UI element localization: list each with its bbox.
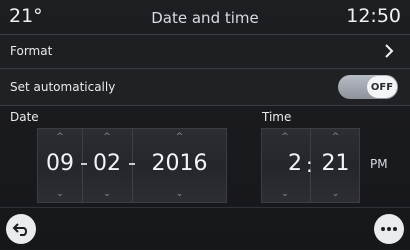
toggle-knob: OFF: [367, 76, 397, 98]
more-button[interactable]: [374, 214, 404, 244]
format-row[interactable]: Format: [0, 35, 410, 69]
set-automatically-label: Set automatically: [10, 80, 116, 94]
date-label: Date: [10, 110, 39, 124]
day-down-icon[interactable]: ⌄: [83, 189, 131, 199]
month-spinner: ^ 09 ⌄: [38, 129, 82, 202]
minute-up-icon[interactable]: ^: [312, 132, 359, 142]
month-down-icon[interactable]: ⌄: [38, 189, 82, 199]
hour-value[interactable]: 2: [262, 151, 308, 176]
format-label: Format: [10, 44, 53, 58]
back-arrow-icon: [12, 223, 28, 236]
clock: 12:50: [346, 5, 401, 27]
date-picker: ^ 09 ⌄ ^ 02 ⌄ ^ 2016 ⌄: [37, 128, 227, 203]
date-time-screen: 21° Date and time 12:50 Format Set autom…: [0, 0, 410, 249]
month-value[interactable]: 09: [38, 151, 82, 176]
day-value[interactable]: 02: [83, 151, 131, 176]
hour-up-icon[interactable]: ^: [262, 132, 308, 142]
hour-down-icon[interactable]: ⌄: [262, 189, 308, 199]
minute-spinner: ^ 21 ⌄: [312, 129, 359, 202]
status-bar: 21° Date and time 12:50: [0, 0, 410, 35]
minute-value[interactable]: 21: [312, 151, 359, 176]
set-automatically-toggle[interactable]: OFF: [338, 75, 398, 99]
year-down-icon[interactable]: ⌄: [133, 189, 226, 199]
set-automatically-row: Set automatically OFF: [0, 69, 410, 106]
minute-down-icon[interactable]: ⌄: [312, 189, 359, 199]
chevron-right-icon: [385, 44, 394, 58]
more-dots-icon: [381, 227, 397, 231]
am-pm-selector[interactable]: PM: [370, 157, 388, 171]
day-spinner: ^ 02 ⌄: [83, 129, 131, 202]
day-up-icon[interactable]: ^: [83, 132, 131, 142]
time-label: Time: [262, 110, 292, 124]
year-value[interactable]: 2016: [133, 151, 226, 176]
year-up-icon[interactable]: ^: [133, 132, 226, 142]
hour-spinner: ^ 2 ⌄: [262, 129, 308, 202]
month-up-icon[interactable]: ^: [38, 132, 82, 142]
time-picker: ^ 2 ⌄ : ^ 21 ⌄: [261, 128, 360, 203]
year-spinner: ^ 2016 ⌄: [133, 129, 226, 202]
back-button[interactable]: [6, 214, 36, 244]
bottom-bar: [0, 207, 410, 250]
